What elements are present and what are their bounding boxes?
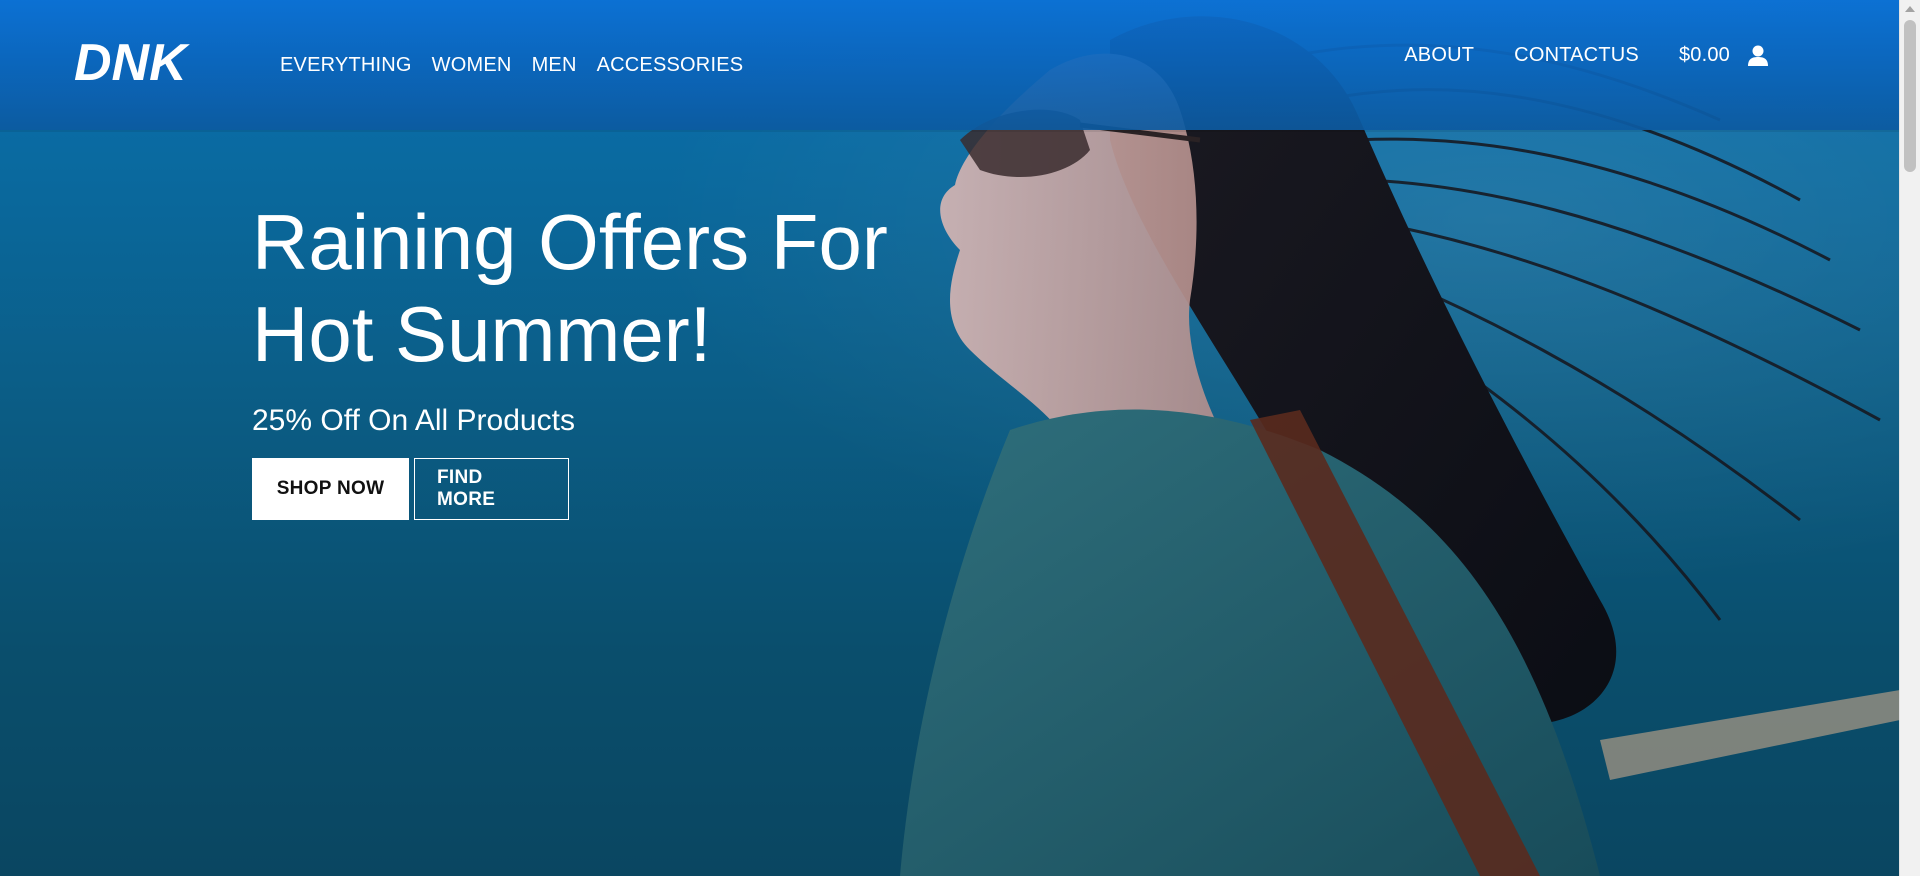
page: DNK EVERYTHING WOMEN MEN ACCESSORIES ABO… [0, 0, 1920, 876]
scroll-up-arrow-icon[interactable] [1905, 6, 1915, 12]
user-icon[interactable] [1748, 45, 1768, 67]
hero-title-line1: Raining Offers For [252, 198, 888, 286]
svg-text:DNK: DNK [74, 34, 190, 92]
hero-title-line2: Hot Summer! [252, 290, 712, 378]
nav-women[interactable]: WOMEN [432, 54, 512, 77]
brand-logo[interactable]: DNK [72, 30, 222, 94]
hero-title: Raining Offers For Hot Summer! [252, 196, 932, 380]
nav-accessories[interactable]: ACCESSORIES [597, 54, 744, 77]
nav-men[interactable]: MEN [532, 54, 577, 77]
nav-contactus[interactable]: CONTACTUS [1514, 44, 1639, 67]
hero-subtitle: 25% Off On All Products [252, 404, 575, 437]
shop-now-button[interactable]: SHOP NOW [252, 458, 409, 520]
hero-buttons: SHOP NOW FIND MORE [252, 458, 932, 520]
header-divider [0, 130, 1900, 132]
cart-total[interactable]: $0.00 [1679, 44, 1730, 67]
find-more-button[interactable]: FIND MORE [414, 458, 569, 520]
scrollbar-thumb[interactable] [1904, 20, 1916, 172]
hero-section: Raining Offers For Hot Summer! 25% Off O… [252, 196, 932, 520]
vertical-scrollbar[interactable] [1899, 0, 1920, 876]
main-nav: EVERYTHING WOMEN MEN ACCESSORIES [280, 54, 743, 77]
nav-about[interactable]: ABOUT [1404, 44, 1474, 67]
nav-everything[interactable]: EVERYTHING [280, 54, 412, 77]
secondary-nav: ABOUT CONTACTUS $0.00 [1404, 44, 1768, 67]
cart-and-account: $0.00 [1679, 44, 1768, 67]
